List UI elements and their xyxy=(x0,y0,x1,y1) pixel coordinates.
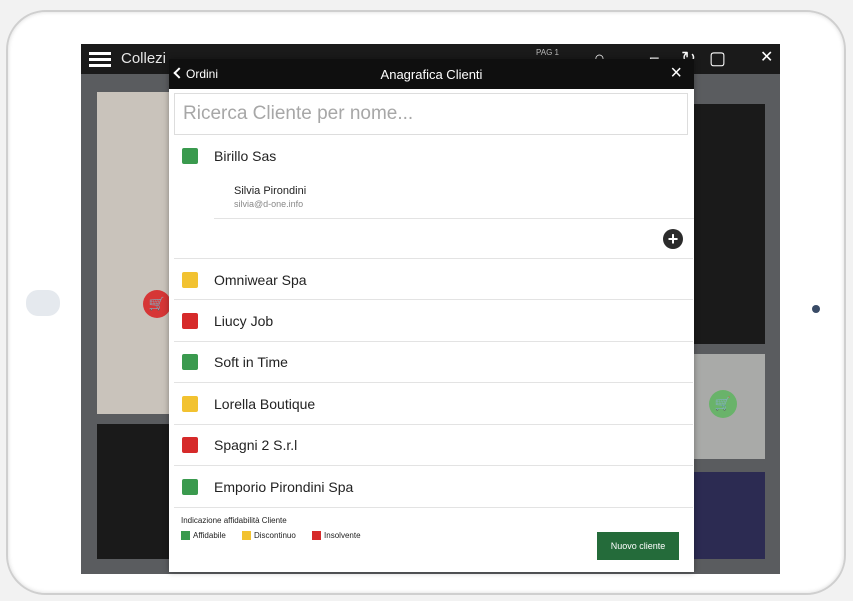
new-client-button[interactable]: Nuovo cliente xyxy=(597,532,679,560)
client-row[interactable]: Liucy Job xyxy=(174,300,693,342)
client-row[interactable]: Emporio Pirondini Spa xyxy=(174,466,693,508)
client-name: Spagni 2 S.r.l xyxy=(214,437,298,453)
legend-item-discontinuo: Discontinuo xyxy=(242,531,296,541)
status-affidabile-icon xyxy=(182,148,198,164)
status-insolvente-icon xyxy=(182,313,198,329)
client-name: Omniwear Spa xyxy=(214,272,307,288)
contact-entry[interactable]: Silvia Pirondini silvia@d-one.info xyxy=(214,178,694,219)
client-row[interactable]: Soft in Time xyxy=(174,342,693,383)
product-caption-right xyxy=(693,472,765,559)
client-row[interactable]: Spagni 2 S.r.l xyxy=(174,425,693,466)
legend-item-insolvente: Insolvente xyxy=(312,531,361,541)
contact-email: silvia@d-one.info xyxy=(234,199,304,209)
modal-header: Ordini Anagrafica Clienti × xyxy=(169,59,694,89)
status-insolvente-icon xyxy=(182,437,198,453)
add-contact-row: + xyxy=(174,219,693,259)
cart-icon[interactable]: 🛒 xyxy=(143,290,171,318)
page-indicator: PAG 1 xyxy=(536,48,559,57)
status-affidabile-icon xyxy=(182,354,198,370)
legend-label: Discontinuo xyxy=(254,531,296,540)
status-discontinuo-icon xyxy=(182,396,198,412)
status-affidabile-icon xyxy=(182,479,198,495)
client-row[interactable]: Omniwear Spa xyxy=(174,259,693,300)
legend-swatch-icon xyxy=(312,531,322,541)
legend-label: Affidabile xyxy=(193,531,226,540)
legend-swatch-icon xyxy=(181,531,190,541)
product-image-right-top xyxy=(693,104,765,344)
reliability-legend: Indicazione affidabilità Cliente Affidab… xyxy=(181,516,375,541)
client-search-input[interactable] xyxy=(174,93,688,135)
tablet-side-sensor xyxy=(26,290,60,316)
legend-title: Indicazione affidabilità Cliente xyxy=(181,516,287,525)
client-row[interactable]: Lorella Boutique xyxy=(174,383,693,425)
add-contact-plus-icon[interactable]: + xyxy=(663,229,683,249)
legend-swatch-icon xyxy=(242,531,251,541)
document-icon[interactable]: ▢ xyxy=(709,49,726,67)
client-name: Birillo Sas xyxy=(214,148,277,164)
client-row[interactable]: Birillo Sas xyxy=(174,135,693,177)
hamburger-menu-icon[interactable] xyxy=(89,52,111,67)
tablet-home-button[interactable] xyxy=(812,305,820,313)
client-name: Emporio Pirondini Spa xyxy=(214,479,354,495)
legend-item-affidabile: Affidabile xyxy=(181,531,226,541)
client-name: Soft in Time xyxy=(214,354,288,370)
contact-name: Silvia Pirondini xyxy=(234,185,307,197)
legend-label: Insolvente xyxy=(324,531,361,540)
modal-title: Anagrafica Clienti xyxy=(380,67,483,82)
cart-icon[interactable]: 🛒 xyxy=(709,390,737,418)
client-name: Lorella Boutique xyxy=(214,396,316,412)
close-icon[interactable]: ✕ xyxy=(760,49,773,67)
client-registry-modal: Ordini Anagrafica Clienti × Birillo Sas … xyxy=(169,59,694,572)
background-app-title: Collezi xyxy=(121,50,167,67)
close-icon[interactable]: × xyxy=(670,63,682,83)
client-name: Liucy Job xyxy=(214,313,274,329)
status-discontinuo-icon xyxy=(182,272,198,288)
